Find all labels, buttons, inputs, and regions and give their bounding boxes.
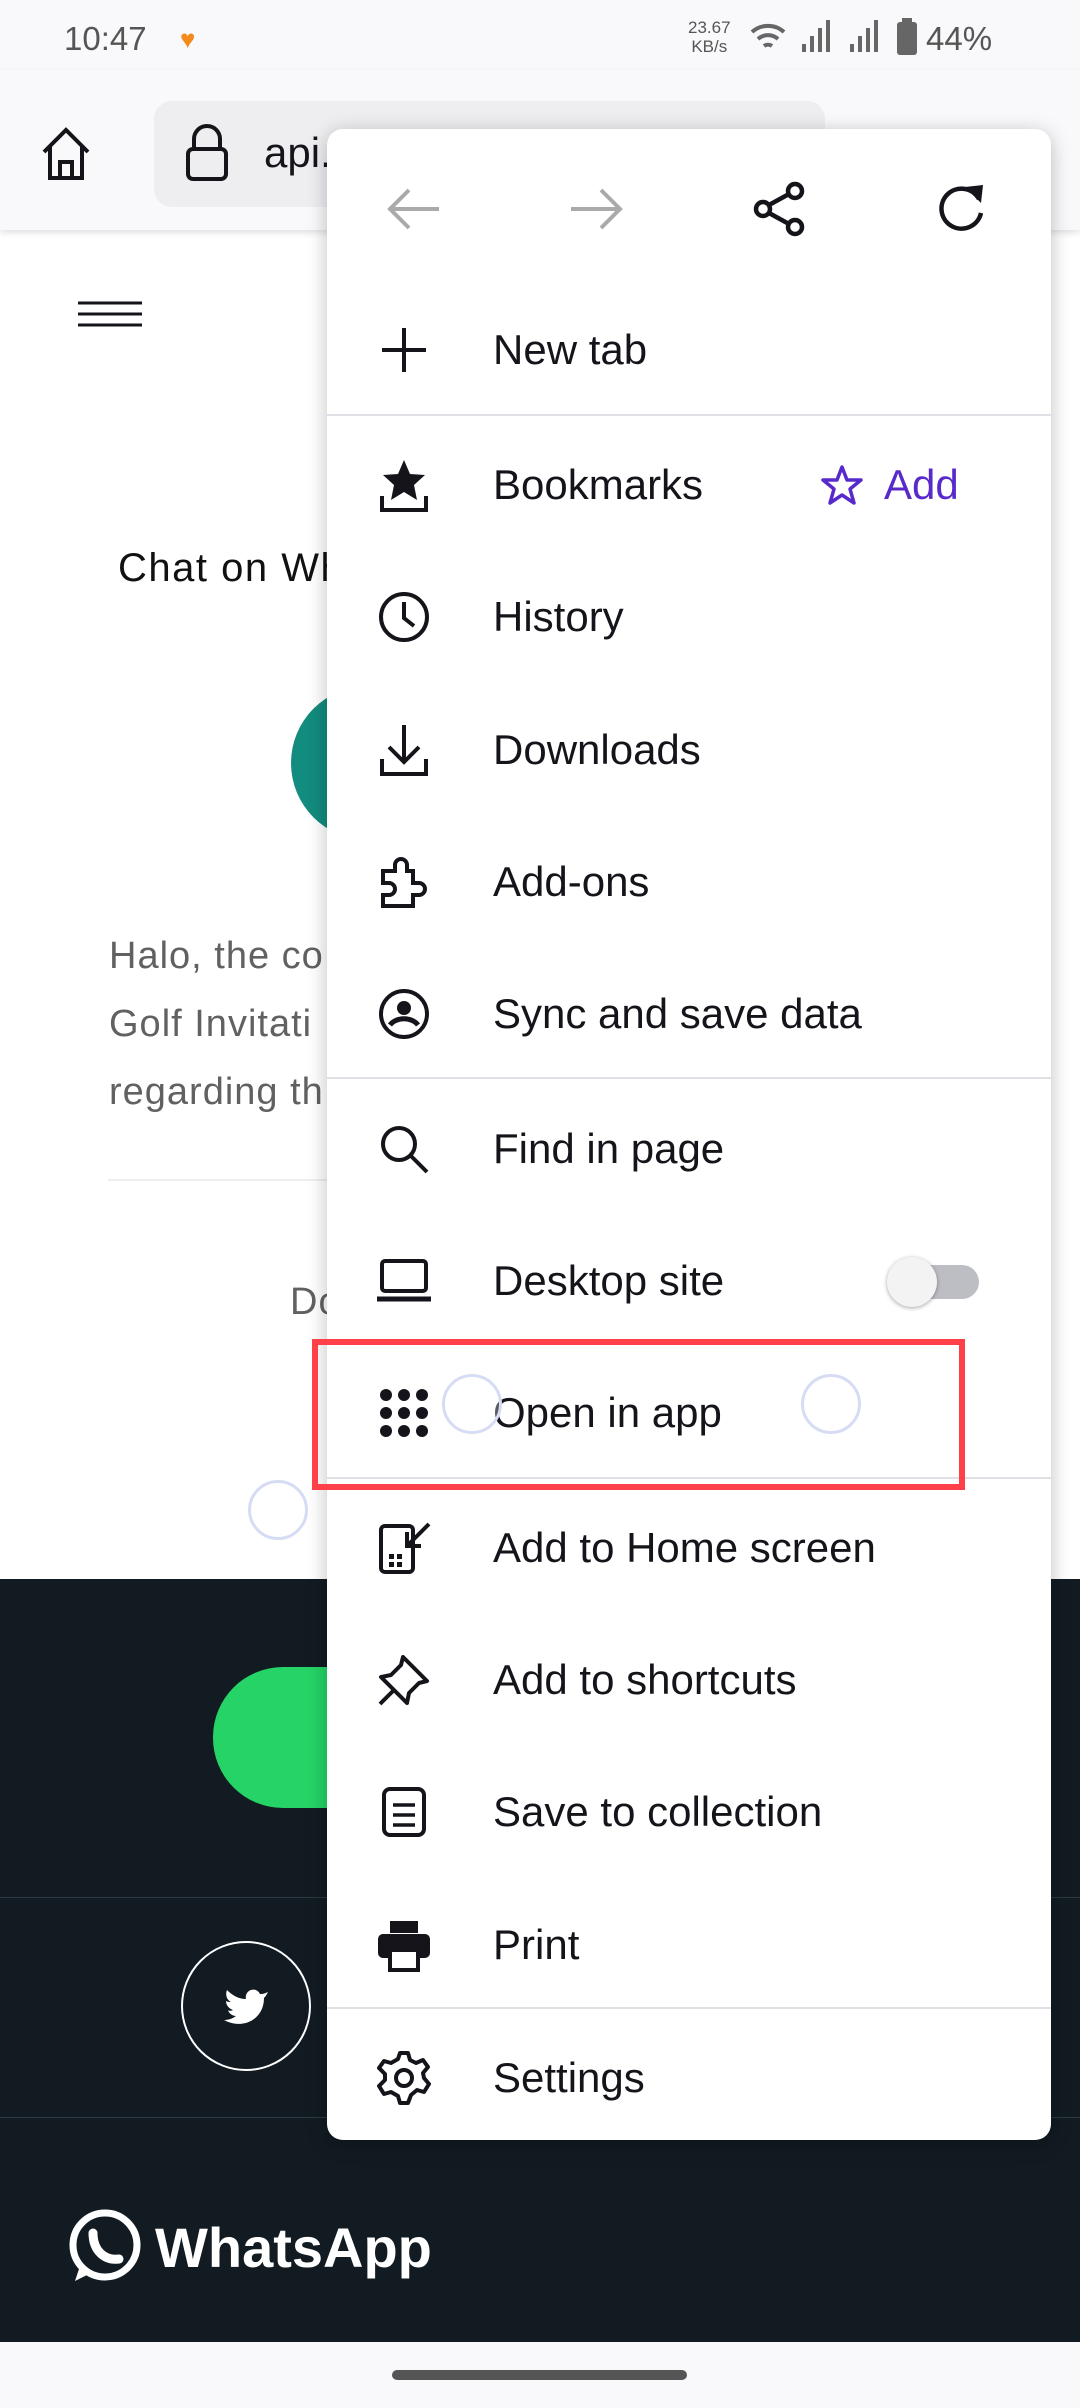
forward-arrow-icon: [571, 188, 623, 230]
menu-item-desktop-site[interactable]: Desktop site: [327, 1215, 1051, 1347]
forward-button[interactable]: [561, 174, 631, 244]
menu-item-add-to-shortcuts[interactable]: Add to shortcuts: [327, 1614, 1051, 1746]
paragraph-line: Halo, the co: [109, 935, 324, 977]
menu-item-label: Print: [493, 1921, 580, 1968]
plus-icon: [374, 320, 434, 380]
home-icon[interactable]: [40, 126, 92, 182]
print-icon: [374, 1915, 434, 1975]
menu-item-print[interactable]: Print: [327, 1879, 1051, 2011]
account-icon: [374, 984, 434, 1044]
menu-item-label: Save to collection: [493, 1788, 823, 1835]
reload-icon: [939, 185, 984, 231]
battery-icon: [897, 18, 917, 55]
collection-icon: [374, 1782, 434, 1842]
menu-item-bookmarks[interactable]: Bookmarks Add: [327, 419, 1051, 551]
add-bookmark-button[interactable]: Add: [820, 461, 959, 509]
menu-item-label: Bookmarks: [493, 461, 704, 508]
bookmarks-icon: [374, 455, 434, 515]
menu-item-label: Settings: [493, 2054, 645, 2101]
highlight-box: [312, 1339, 965, 1490]
menu-item-label: Find in page: [493, 1125, 725, 1172]
signal-icon-2: [850, 20, 878, 52]
laptop-icon: [374, 1251, 434, 1311]
touch-indicator: [801, 1374, 861, 1434]
divider: [327, 414, 1051, 416]
wifi-icon: [750, 23, 786, 48]
gear-icon: [374, 2048, 434, 2108]
clock-icon: [374, 587, 434, 647]
pin-icon: [374, 1650, 434, 1710]
whatsapp-wordmark: WhatsApp: [155, 2215, 432, 2279]
reload-button[interactable]: [927, 174, 997, 244]
menu-item-label: Add-ons: [493, 858, 650, 905]
back-arrow-icon: [387, 188, 439, 230]
download-icon: [374, 720, 434, 780]
net-speed-unit: KB/s: [691, 37, 728, 56]
notification-heart-icon: ♥: [180, 24, 196, 54]
menu-item-label: Downloads: [493, 726, 701, 773]
menu-item-label: New tab: [493, 326, 648, 373]
back-button[interactable]: [379, 174, 449, 244]
system-nav-bar: [0, 2342, 1080, 2408]
search-icon: [374, 1119, 434, 1179]
network-speed: 23.67 KB/s: [688, 18, 731, 56]
home-gesture-handle[interactable]: [392, 2370, 687, 2380]
touch-indicator: [248, 1480, 308, 1540]
clock: 10:47: [64, 20, 147, 57]
divider: [108, 1179, 348, 1181]
toggle-thumb: [887, 1257, 937, 1307]
twitter-button[interactable]: [181, 1941, 311, 2071]
hamburger-menu-icon[interactable]: [78, 300, 142, 330]
menu-item-label: Add to Home screen: [493, 1524, 876, 1571]
menu-item-save-to-collection[interactable]: Save to collection: [327, 1746, 1051, 1878]
touch-indicator: [442, 1374, 502, 1434]
share-button[interactable]: [745, 174, 815, 244]
menu-item-label: Add to shortcuts: [493, 1656, 797, 1703]
add-home-icon: [374, 1518, 434, 1578]
twitter-icon: [224, 1989, 268, 2024]
whatsapp-icon: [69, 2209, 141, 2281]
battery-level: 44%: [926, 20, 993, 57]
page-paragraph: Halo, the co Golf Invitati regarding th: [109, 922, 324, 1126]
page-heading: Chat on Wh: [118, 546, 345, 590]
menu-item-label: Sync and save data: [493, 990, 862, 1037]
menu-item-add-ons[interactable]: Add-ons: [327, 816, 1051, 948]
menu-item-label: History: [493, 593, 624, 640]
divider: [327, 1077, 1051, 1079]
menu-item-find-in-page[interactable]: Find in page: [327, 1083, 1051, 1215]
lock-icon: [186, 124, 228, 181]
menu-item-downloads[interactable]: Downloads: [327, 684, 1051, 816]
paragraph-line: regarding th: [109, 1071, 324, 1113]
share-icon: [753, 181, 805, 237]
divider: [327, 2007, 1051, 2009]
paragraph-line: Golf Invitati: [109, 1003, 313, 1045]
menu-item-label: Desktop site: [493, 1257, 725, 1304]
net-speed-value: 23.67: [688, 18, 731, 37]
browser-overflow-menu: New tab Bookmarks Add History Downloads …: [327, 129, 1051, 2140]
menu-item-new-tab[interactable]: New tab: [327, 284, 1051, 416]
menu-item-sync[interactable]: Sync and save data: [327, 948, 1051, 1080]
desktop-site-toggle[interactable]: [887, 1257, 979, 1307]
star-outline-icon: [821, 465, 863, 505]
menu-item-add-to-home-screen[interactable]: Add to Home screen: [327, 1482, 1051, 1614]
signal-icon: [802, 20, 830, 52]
whatsapp-logo: WhatsApp: [65, 2207, 432, 2287]
puzzle-icon: [374, 852, 434, 912]
menu-item-history[interactable]: History: [327, 551, 1051, 683]
url-text: api.: [264, 129, 332, 176]
menu-item-settings[interactable]: Settings: [327, 2012, 1051, 2144]
add-bookmark-label: Add: [884, 461, 959, 508]
